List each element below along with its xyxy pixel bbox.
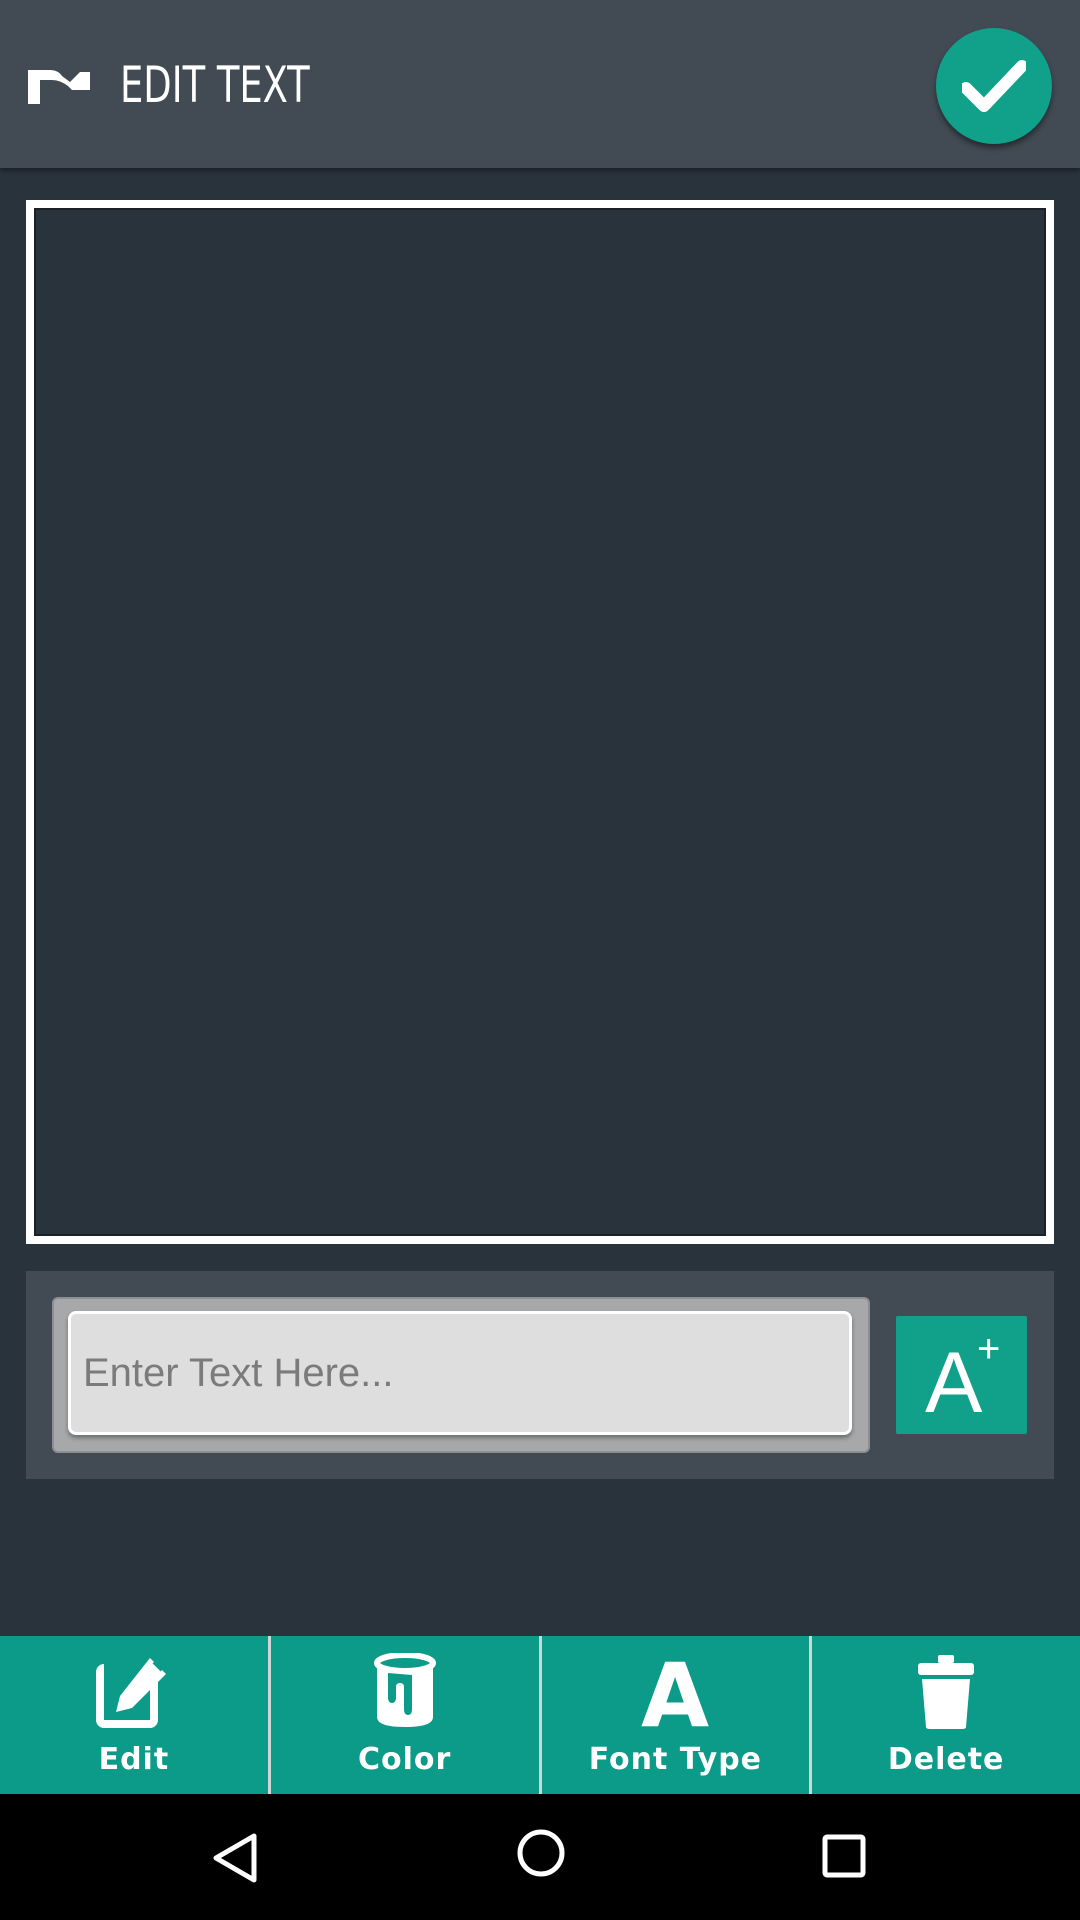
font-type-label: Font Type	[588, 1742, 763, 1777]
font-type-glyph: A	[641, 1652, 709, 1732]
back-nav-icon[interactable]	[210, 1832, 260, 1889]
paint-bucket-icon	[360, 1652, 450, 1732]
trash-icon	[901, 1652, 991, 1732]
text-input[interactable]	[68, 1311, 852, 1435]
curved-arrow-icon[interactable]	[24, 62, 94, 108]
edit-pencil-icon	[89, 1652, 179, 1732]
page-title: EDIT TEXT	[120, 56, 310, 114]
font-size-glyph: A	[925, 1335, 983, 1418]
text-increase-icon: A +	[925, 1332, 1000, 1418]
text-input-container	[52, 1297, 870, 1453]
edit-label: Edit	[98, 1742, 170, 1777]
delete-button[interactable]: Delete	[812, 1636, 1080, 1794]
system-nav-bar	[0, 1794, 1080, 1920]
font-letter-icon: A	[630, 1652, 720, 1732]
delete-label: Delete	[887, 1742, 1005, 1777]
app-header: EDIT TEXT	[0, 0, 1080, 168]
text-canvas[interactable]	[26, 200, 1054, 1244]
checkmark-icon	[962, 60, 1026, 112]
font-type-button[interactable]: A Font Type	[541, 1636, 810, 1794]
text-input-panel: A +	[26, 1271, 1054, 1479]
color-label: Color	[357, 1742, 452, 1777]
recents-nav-icon[interactable]	[822, 1834, 866, 1883]
font-size-increase-button[interactable]: A +	[896, 1316, 1027, 1434]
edit-text-screen: EDIT TEXT A +	[0, 0, 1080, 1920]
font-size-plus: +	[977, 1332, 1000, 1371]
bottom-toolbar: Edit Color A Font Type Delete	[0, 1636, 1080, 1794]
color-button[interactable]: Color	[270, 1636, 539, 1794]
confirm-button[interactable]	[936, 28, 1052, 144]
canvas-inner	[34, 208, 1046, 1236]
home-nav-icon[interactable]	[516, 1828, 566, 1883]
edit-button[interactable]: Edit	[0, 1636, 268, 1794]
